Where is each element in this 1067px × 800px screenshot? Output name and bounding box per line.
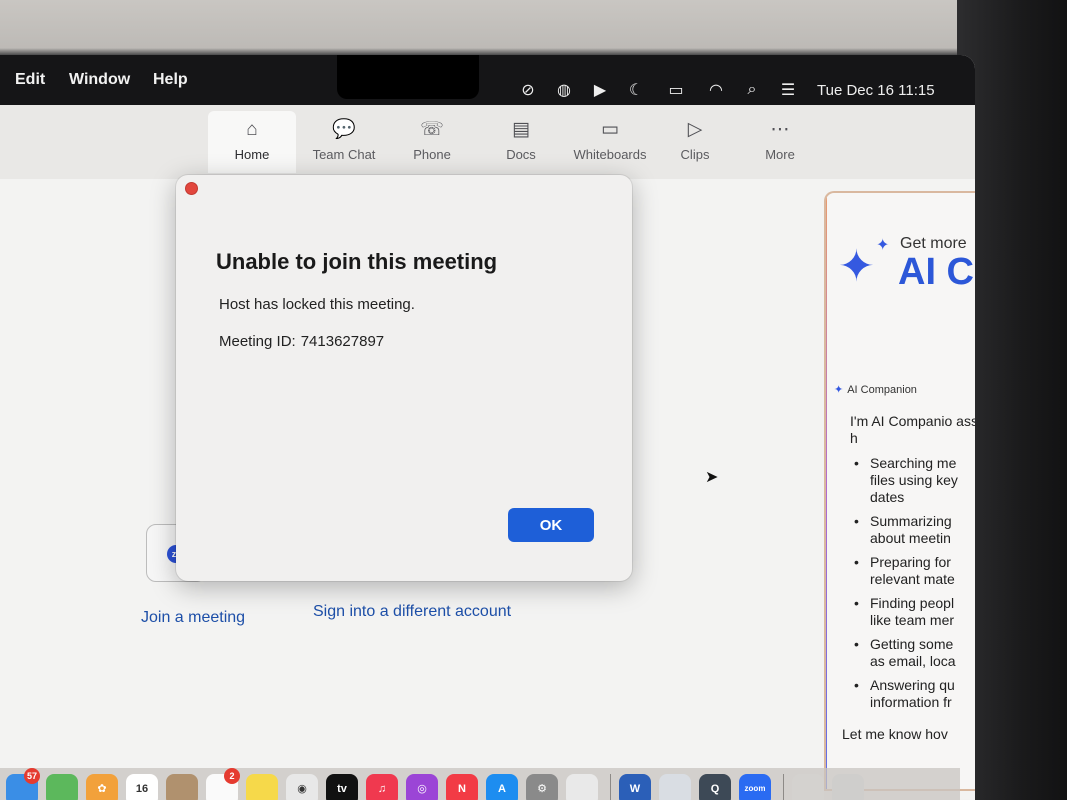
- list-item: Preparing forrelevant mate: [850, 554, 975, 588]
- whiteboard-icon: ▭: [601, 119, 619, 140]
- dock-app-zoom-icon[interactable]: zoom: [739, 774, 771, 800]
- notification-app-icon[interactable]: ◍: [553, 80, 575, 100]
- dock-app-music-icon[interactable]: ♫: [366, 774, 398, 800]
- tab-label: Home: [234, 147, 270, 162]
- laptop-screen: Edit Window Help ⊘ ◍ ▶ ☾ ▭ ◠ ⌕ ☰ Tue Dec…: [0, 55, 975, 800]
- dock-badge: 2: [224, 768, 240, 784]
- dock-app-chrome-icon[interactable]: ◉: [286, 774, 318, 800]
- tab-docs[interactable]: ▤ Docs: [477, 111, 565, 173]
- dock-badge: 57: [23, 768, 40, 784]
- ai-capabilities-list: Searching mefiles using keydates Summari…: [850, 455, 975, 718]
- phone-icon: ☏: [420, 119, 444, 140]
- tab-label: Clips: [680, 147, 710, 162]
- battery-icon[interactable]: ▭: [661, 80, 691, 100]
- dock-app-photos-icon[interactable]: ✿: [86, 774, 118, 800]
- macos-dock: 57 ✿ 16 2 ◉ tv ♫ ◎ N A ⚙ W Qzoom: [0, 768, 960, 800]
- ai-companion-label: ✦ AI Companion: [834, 383, 917, 396]
- tab-label: Team Chat: [312, 147, 376, 162]
- unable-to-join-dialog: Unable to join this meeting Host has loc…: [176, 175, 632, 581]
- join-meeting-link[interactable]: Join a meeting: [141, 609, 245, 627]
- meeting-id-value: 7413627897: [300, 333, 385, 350]
- dialog-message: Host has locked this meeting.: [219, 296, 415, 313]
- dock-app-app-store-icon[interactable]: A: [486, 774, 518, 800]
- tab-label: Whiteboards: [573, 147, 647, 162]
- tab-label: Docs: [506, 147, 536, 162]
- docs-icon: ▤: [512, 119, 530, 140]
- dock-app-preview-icon[interactable]: [659, 774, 691, 800]
- dock-app-trash-icon[interactable]: [832, 774, 864, 800]
- meeting-id-label: Meeting ID:: [219, 333, 296, 350]
- ok-button[interactable]: OK: [508, 508, 594, 542]
- meeting-id-row: Meeting ID: 7413627897: [219, 333, 384, 350]
- search-icon[interactable]: ⌕: [741, 81, 763, 99]
- dock-separator: [610, 774, 611, 800]
- list-item: Finding peopllike team mer: [850, 595, 975, 629]
- ai-brand-title: AI C: [898, 251, 974, 293]
- home-icon: ⌂: [246, 119, 258, 140]
- sparkle-icon: ✦: [834, 384, 844, 396]
- wifi-icon[interactable]: ◠: [705, 80, 727, 100]
- dock-app-apple-tv-icon[interactable]: tv: [326, 774, 358, 800]
- dock-app-calendar-icon[interactable]: 16: [126, 774, 158, 800]
- dock-app-notes-icon[interactable]: [246, 774, 278, 800]
- dock-app-podcasts-icon[interactable]: ◎: [406, 774, 438, 800]
- tab-phone[interactable]: ☏ Phone: [388, 111, 476, 173]
- menubar-clock[interactable]: Tue Dec 16 11:15: [817, 82, 935, 99]
- play-icon[interactable]: ▶: [589, 80, 611, 100]
- list-item: Answering quinformation fr: [850, 677, 975, 711]
- macos-menubar: Edit Window Help ⊘ ◍ ▶ ☾ ▭ ◠ ⌕ ☰ Tue Dec…: [0, 55, 975, 105]
- dock-app-word-icon[interactable]: W: [619, 774, 651, 800]
- sparkle-small-icon: ✦: [876, 237, 890, 254]
- chat-icon: 💬: [332, 119, 356, 140]
- ai-companion-label-text: AI Companion: [847, 384, 917, 396]
- dock-app-iphone-mirroring-icon[interactable]: [566, 774, 598, 800]
- menu-edit[interactable]: Edit: [15, 71, 45, 89]
- menu-window[interactable]: Window: [69, 71, 130, 89]
- tab-label: More: [765, 147, 795, 162]
- moon-icon[interactable]: ☾: [625, 80, 647, 100]
- dock-app-maps-icon[interactable]: [46, 774, 78, 800]
- list-item: Summarizingabout meetin: [850, 513, 975, 547]
- dock-app-downloads-icon[interactable]: [792, 774, 824, 800]
- more-icon: ⋯: [770, 119, 790, 140]
- dock-app-contacts-icon[interactable]: [166, 774, 198, 800]
- tab-whiteboards[interactable]: ▭ Whiteboards: [565, 111, 655, 173]
- camera-notch: [337, 55, 479, 99]
- menu-help[interactable]: Help: [153, 71, 188, 89]
- mouse-pointer-icon: ➤: [705, 469, 719, 486]
- tab-label: Phone: [413, 147, 451, 162]
- screen-share-off-icon[interactable]: ⊘: [517, 80, 539, 100]
- dock-app-reminders-icon[interactable]: 2: [206, 768, 240, 800]
- dock-app-system-settings-icon[interactable]: ⚙: [526, 774, 558, 800]
- sparkle-icon: ✦: [838, 242, 875, 291]
- ai-footer-text: Let me know hov: [842, 726, 948, 742]
- control-center-icon[interactable]: ☰: [777, 80, 799, 100]
- dock-app-news-icon[interactable]: N: [446, 774, 478, 800]
- zoom-toolbar: ⌂ Home 💬 Team Chat ☏ Phone ▤ Docs ▭ Whit…: [0, 105, 975, 179]
- menubar-status-area: ⊘ ◍ ▶ ☾ ▭ ◠ ⌕ ☰ Tue Dec 16 11:15: [517, 78, 935, 102]
- clips-icon: ▷: [687, 119, 703, 140]
- sign-in-different-account-link[interactable]: Sign into a different account: [313, 603, 511, 621]
- dock-separator: [783, 774, 784, 800]
- dock-app-quicktime-icon[interactable]: Q: [699, 774, 731, 800]
- ai-intro-text: I'm AI Companio assistant. I can h: [850, 413, 975, 446]
- close-window-button[interactable]: [185, 182, 198, 195]
- dock-app-mail-icon[interactable]: 57: [6, 768, 40, 800]
- tab-home[interactable]: ⌂ Home: [208, 111, 296, 173]
- dialog-title: Unable to join this meeting: [216, 249, 498, 274]
- tab-more[interactable]: ⋯ More: [736, 111, 824, 173]
- tab-team-chat[interactable]: 💬 Team Chat: [300, 111, 388, 173]
- ai-companion-panel: ✦ ✦ Get more AI C ✦ AI Companion I'm AI C…: [824, 191, 975, 791]
- list-item: Searching mefiles using keydates: [850, 455, 975, 506]
- list-item: Getting someas email, loca: [850, 636, 975, 670]
- tab-clips[interactable]: ▷ Clips: [651, 111, 739, 173]
